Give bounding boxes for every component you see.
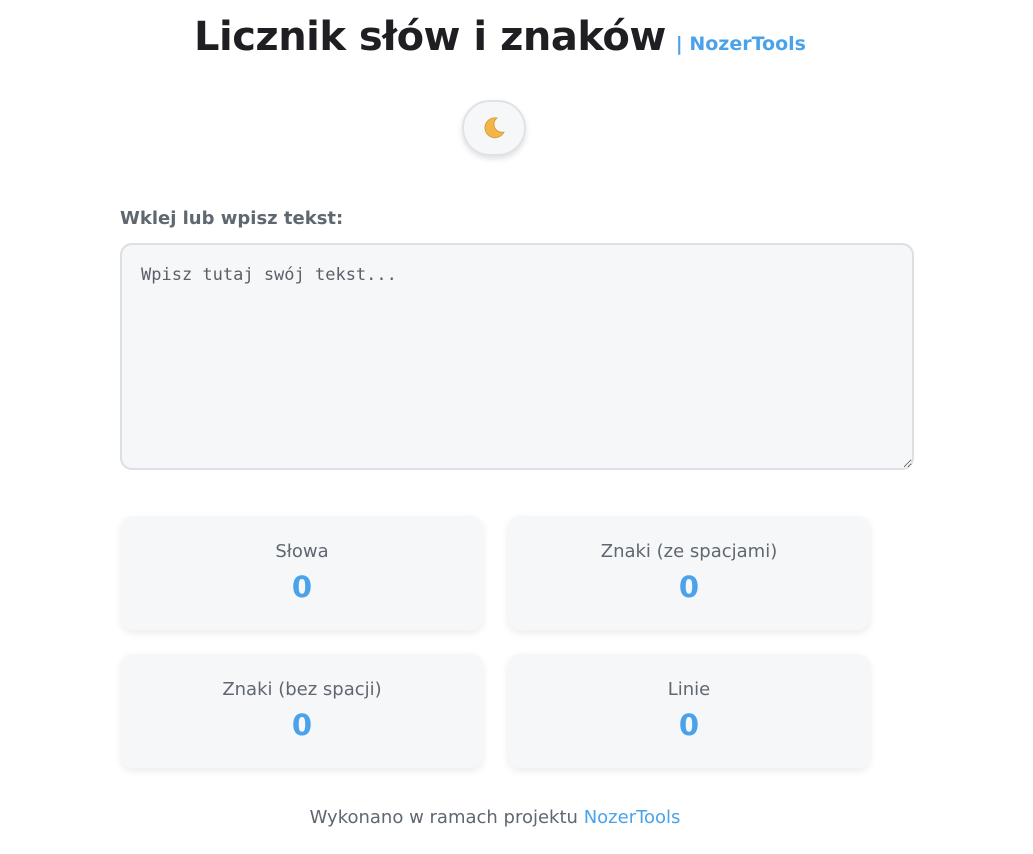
stat-card-chars-without-spaces: Znaki (bez spacji) 0 bbox=[121, 654, 483, 768]
stat-card-lines: Linie 0 bbox=[508, 654, 870, 768]
page: Licznik słów i znaków | NozerTools Wklej … bbox=[0, 0, 1033, 854]
text-input[interactable] bbox=[120, 243, 914, 470]
page-header: Licznik słów i znaków | NozerTools bbox=[0, 14, 1000, 60]
crescent-moon-icon bbox=[481, 115, 507, 141]
stat-label: Linie bbox=[667, 679, 711, 700]
stat-value: 0 bbox=[291, 708, 313, 742]
stat-card-chars-with-spaces: Znaki (ze spacjami) 0 bbox=[508, 516, 870, 630]
text-input-container bbox=[120, 243, 914, 470]
stat-label: Słowa bbox=[275, 541, 329, 562]
stat-label: Znaki (bez spacji) bbox=[222, 679, 382, 700]
theme-toggle-button[interactable] bbox=[462, 100, 526, 156]
stat-card-words: Słowa 0 bbox=[121, 516, 483, 630]
stat-label: Znaki (ze spacjami) bbox=[600, 541, 778, 562]
page-title: Licznik słów i znaków bbox=[194, 14, 666, 60]
footer: Wykonano w ramach projektu NozerTools bbox=[0, 807, 990, 828]
stat-value: 0 bbox=[678, 570, 700, 604]
stat-value: 0 bbox=[678, 708, 700, 742]
footer-link[interactable]: NozerTools bbox=[584, 807, 681, 828]
footer-text: Wykonano w ramach projektu bbox=[309, 807, 578, 828]
brand-label: | NozerTools bbox=[675, 33, 806, 55]
stat-value: 0 bbox=[291, 570, 313, 604]
text-input-label: Wklej lub wpisz tekst: bbox=[120, 208, 344, 229]
